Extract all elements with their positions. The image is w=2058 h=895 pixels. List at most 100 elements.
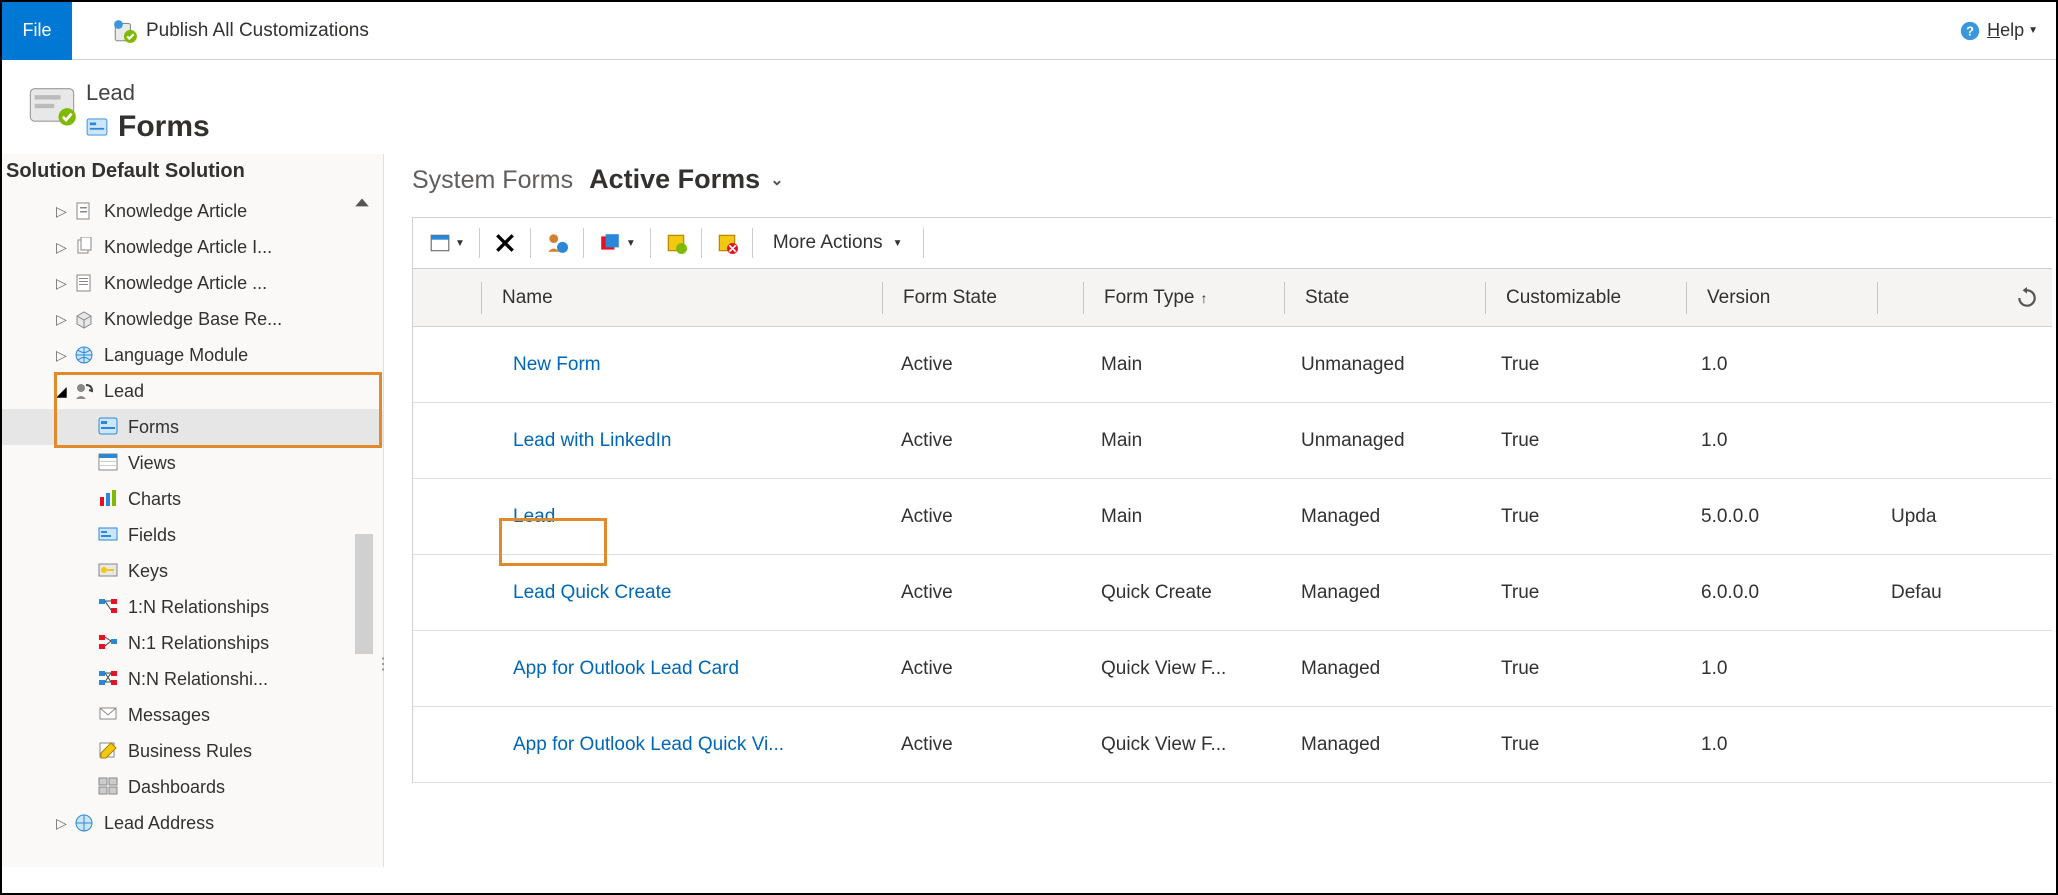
publish-all-button[interactable]: Publish All Customizations (146, 20, 369, 42)
sidebar-item-views[interactable]: Views (2, 445, 383, 481)
ribbon: File Publish All Customizations ? Help ▼ (2, 2, 2056, 60)
sidebar-item-label: N:N Relationshi... (128, 669, 268, 690)
column-state[interactable]: State (1285, 287, 1485, 309)
sidebar-item-1n-rel[interactable]: 1:N Relationships (2, 589, 383, 625)
form-link[interactable]: Lead with LinkedIn (513, 430, 671, 451)
cell-state: Unmanaged (1281, 354, 1481, 376)
help-menu[interactable]: ? Help ▼ (1959, 20, 2038, 42)
doc-lines-icon (74, 273, 96, 293)
cell-form-state: Active (881, 734, 1081, 756)
cell-name: Lead (481, 506, 881, 528)
sidebar-item-dashboards[interactable]: Dashboards (2, 769, 383, 805)
doc-stack-icon (74, 237, 96, 257)
cell-customizable: True (1481, 658, 1681, 680)
table-row[interactable]: New FormActiveMainUnmanagedTrue1.0 (413, 327, 2052, 403)
cell-name: App for Outlook Lead Card (481, 658, 881, 680)
sidebar-item-lead-address[interactable]: ▷Lead Address (2, 805, 383, 841)
sidebar-item-keys[interactable]: Keys (2, 553, 383, 589)
table-row[interactable]: Lead Quick Create ActiveQuick CreateManag… (413, 555, 2052, 631)
sidebar-item-knowledge-article-2[interactable]: ▷Knowledge Article ... (2, 265, 383, 301)
cell-form-state: Active (881, 430, 1081, 452)
column-form-state[interactable]: Form State (883, 287, 1083, 309)
enable-security-button[interactable] (537, 218, 577, 268)
column-version[interactable]: Version (1687, 287, 1877, 309)
sidebar-item-nn-rel[interactable]: N:N Relationshi... (2, 661, 383, 697)
sidebar-item-knowledge-base-re[interactable]: ▷Knowledge Base Re... (2, 301, 383, 337)
refresh-button[interactable] (2002, 287, 2052, 309)
cell-description: Upda (1871, 506, 2052, 528)
sidebar-item-knowledge-article[interactable]: ▷Knowledge Article (2, 193, 383, 229)
sidebar-item-label: Fields (128, 525, 176, 546)
form-link[interactable]: App for Outlook Lead Card (513, 658, 739, 679)
sidebar-item-business-rules[interactable]: Business Rules (2, 733, 383, 769)
cell-name: Lead with LinkedIn (481, 430, 881, 452)
table-row[interactable]: Lead with LinkedInActiveMainUnmanagedTru… (413, 403, 2052, 479)
cell-version: 1.0 (1681, 734, 1871, 756)
entity-name-label: Lead (86, 80, 210, 106)
rules-icon (98, 741, 120, 761)
sidebar-item-forms[interactable]: Forms (2, 409, 383, 445)
column-name[interactable]: Name (482, 287, 882, 309)
highlight-lead-row (499, 518, 607, 566)
help-icon: ? (1959, 20, 1981, 42)
scroll-up-icon[interactable] (353, 194, 371, 212)
delete-button[interactable] (486, 218, 524, 268)
table-row[interactable]: LeadActiveMainManagedTrue5.0.0.0Upda (413, 479, 2052, 555)
form-order-button[interactable]: ▼ (590, 218, 644, 268)
grid-header: Name Form State Form Type↑ State Customi… (413, 269, 2052, 327)
dash-icon (98, 777, 120, 797)
sidebar-item-label: Knowledge Article ... (104, 273, 267, 294)
sidebar-item-lead[interactable]: ◢Lead (2, 373, 383, 409)
sidebar-item-charts[interactable]: Charts (2, 481, 383, 517)
cell-version: 1.0 (1681, 430, 1871, 452)
entity-icon (26, 80, 78, 132)
forms-icon (86, 118, 108, 136)
cell-customizable: True (1481, 582, 1681, 604)
sidebar-item-language-module[interactable]: ▷Language Module (2, 337, 383, 373)
activate-button[interactable] (657, 218, 695, 268)
form-link[interactable]: Lead Quick Create (513, 582, 671, 603)
cell-form-type: Main (1081, 354, 1281, 376)
sidebar-item-messages[interactable]: Messages (2, 697, 383, 733)
cell-form-state: Active (881, 354, 1081, 376)
sidebar-item-label: Language Module (104, 345, 248, 366)
new-button[interactable]: ▼ (421, 218, 473, 268)
table-row[interactable]: App for Outlook Lead CardActiveQuick Vie… (413, 631, 2052, 707)
column-form-type[interactable]: Form Type↑ (1084, 287, 1284, 309)
form-link[interactable]: App for Outlook Lead Quick Vi... (513, 734, 784, 755)
chevron-down-icon: ⌄ (770, 170, 783, 190)
sidebar-item-label: Knowledge Article (104, 201, 247, 222)
cell-customizable: True (1481, 734, 1681, 756)
column-customizable[interactable]: Customizable (1486, 287, 1686, 309)
sidebar-item-n1-rel[interactable]: N:1 Relationships (2, 625, 383, 661)
cell-state: Managed (1281, 582, 1481, 604)
svg-text:?: ? (1966, 23, 1974, 38)
cell-state: Managed (1281, 506, 1481, 528)
cell-form-state: Active (881, 582, 1081, 604)
sidebar: Solution Default Solution ▷Knowledge Art… (2, 154, 384, 867)
sidebar-item-knowledge-article-i[interactable]: ▷Knowledge Article I... (2, 229, 383, 265)
deactivate-button[interactable] (708, 218, 746, 268)
file-menu-button[interactable]: File (2, 2, 72, 60)
view-selector[interactable]: Active Forms ⌄ (589, 164, 783, 195)
cell-customizable: True (1481, 354, 1681, 376)
scrollbar-thumb[interactable] (355, 534, 373, 654)
table-row[interactable]: App for Outlook Lead Quick Vi... ActiveQu… (413, 707, 2052, 783)
view-icon (98, 453, 120, 473)
cell-version: 1.0 (1681, 658, 1871, 680)
main-content: System Forms Active Forms ⌄ ▼ ▼ (384, 154, 2056, 867)
cell-state: Unmanaged (1281, 430, 1481, 452)
cell-state: Managed (1281, 734, 1481, 756)
more-actions-button[interactable]: More Actions▼ (759, 218, 917, 268)
cell-form-type: Main (1081, 506, 1281, 528)
app-window: File Publish All Customizations ? Help ▼… (0, 0, 2058, 895)
rel-icon (98, 633, 120, 653)
cell-name: App for Outlook Lead Quick Vi... (481, 734, 881, 756)
cell-form-type: Main (1081, 430, 1281, 452)
sidebar-item-label: Views (128, 453, 176, 474)
cell-form-type: Quick Create (1081, 582, 1281, 604)
sidebar-item-fields[interactable]: Fields (2, 517, 383, 553)
sidebar-item-label: Business Rules (128, 741, 252, 762)
cell-form-type: Quick View F... (1081, 734, 1281, 756)
form-link[interactable]: New Form (513, 354, 601, 375)
